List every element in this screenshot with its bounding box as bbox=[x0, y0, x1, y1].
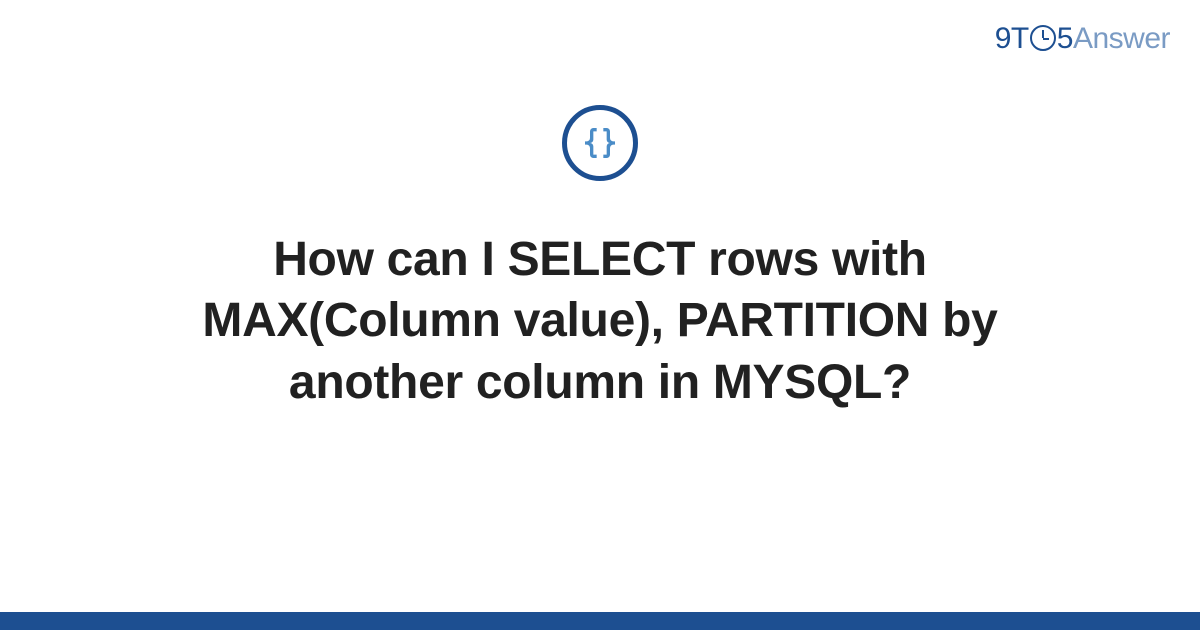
logo-text-answer: Answer bbox=[1073, 22, 1170, 55]
category-badge bbox=[562, 105, 638, 181]
logo-text-5: 5 bbox=[1057, 22, 1073, 55]
clock-icon bbox=[1030, 25, 1056, 51]
logo-text-9t: 9T bbox=[995, 22, 1029, 55]
main-content: How can I SELECT rows with MAX(Column va… bbox=[0, 105, 1200, 413]
code-braces-icon bbox=[580, 123, 620, 163]
footer-accent-bar bbox=[0, 612, 1200, 630]
question-title: How can I SELECT rows with MAX(Column va… bbox=[150, 229, 1050, 413]
site-logo: 9T 5Answer bbox=[995, 22, 1170, 56]
